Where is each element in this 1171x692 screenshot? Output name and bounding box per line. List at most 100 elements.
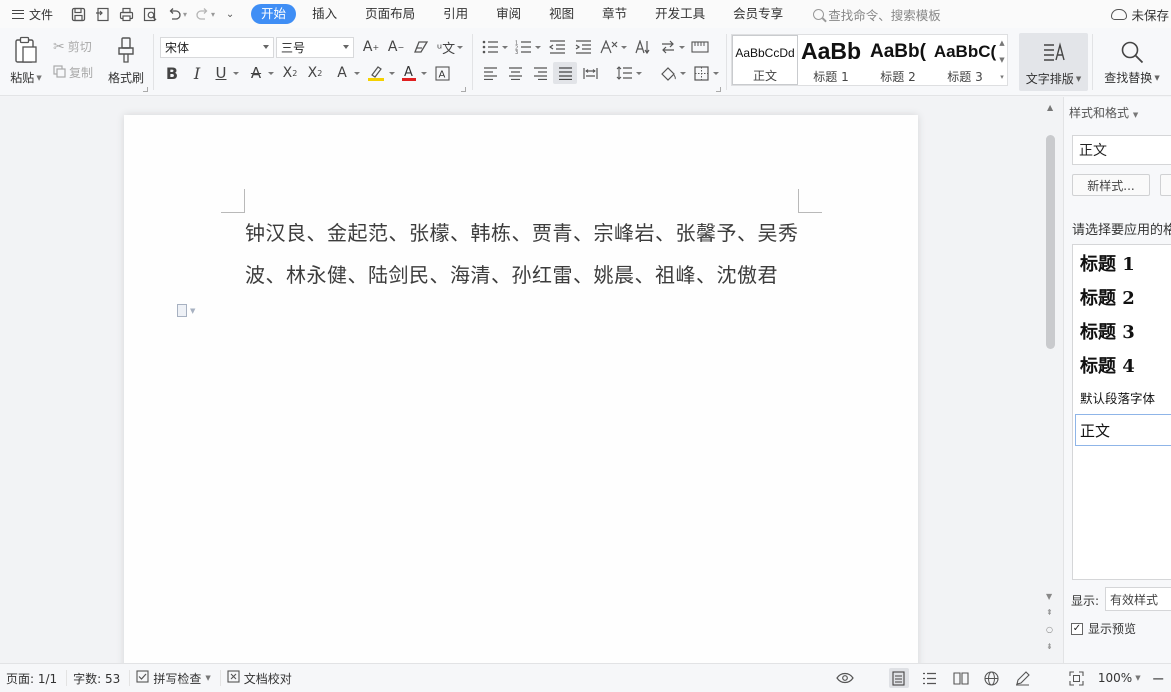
format-painter-button[interactable]: 格式刷 <box>105 34 147 86</box>
line-spacing-icon[interactable] <box>612 62 636 84</box>
export-pdf-icon[interactable] <box>91 3 113 25</box>
reading-view-icon[interactable] <box>951 668 971 688</box>
save-icon[interactable] <box>67 3 89 25</box>
numbered-list-icon[interactable]: 123 <box>511 36 535 58</box>
style-list-item[interactable]: 默认段落字体 <box>1080 388 1155 407</box>
undo-dropdown-icon[interactable]: ▾ <box>183 10 187 19</box>
justify-icon[interactable] <box>553 62 577 84</box>
checkbox-checked-icon[interactable]: ✓ <box>1071 622 1083 635</box>
bullet-list-icon[interactable] <box>478 36 502 58</box>
decrease-font-size-icon[interactable]: A − <box>384 36 408 58</box>
word-count[interactable]: 字数: 53 <box>67 670 131 686</box>
chevron-down-icon[interactable]: ▼ <box>999 56 1004 64</box>
print-preview-icon[interactable] <box>139 3 161 25</box>
subscript-icon[interactable]: X2 <box>303 62 327 84</box>
file-menu[interactable]: 文件 <box>0 0 61 28</box>
cut-button[interactable]: ✂ 剪切 <box>53 38 92 55</box>
outline-view-icon[interactable] <box>920 668 940 688</box>
tab-5[interactable]: 视图 <box>537 4 586 24</box>
strikethrough-icon[interactable]: A <box>244 62 268 84</box>
tab-2[interactable]: 页面布局 <box>353 4 427 24</box>
borders-icon[interactable] <box>689 62 713 84</box>
next-page-icon[interactable]: ⇟ <box>1046 642 1053 651</box>
font-dialog-launcher[interactable] <box>461 87 466 92</box>
style-list-item[interactable]: 标题 3 <box>1080 318 1135 344</box>
character-border-icon[interactable]: A <box>430 62 454 84</box>
strikethrough-dropdown-icon[interactable] <box>268 72 274 75</box>
underline-icon[interactable]: U <box>209 62 233 84</box>
bold-icon[interactable]: B <box>160 62 184 84</box>
proofread-button[interactable]: 文档校对 <box>221 670 301 686</box>
clipboard-dialog-launcher[interactable] <box>143 87 148 92</box>
style-card-2[interactable]: AaBb(标题 2 <box>865 35 931 85</box>
web-view-icon[interactable] <box>982 668 1002 688</box>
increase-font-size-icon[interactable]: A + <box>359 36 383 58</box>
shading-dropdown-icon[interactable] <box>680 72 686 75</box>
vertical-scrollbar[interactable]: ▲ ▼ ⇞ ○ ⇟ <box>1043 97 1059 663</box>
line-spacing-dropdown-icon[interactable] <box>636 72 642 75</box>
tab-6[interactable]: 章节 <box>590 4 639 24</box>
sort-icon[interactable] <box>656 36 680 58</box>
chinese-layout-icon[interactable] <box>597 36 621 58</box>
text-effect-icon[interactable]: A <box>330 62 354 84</box>
style-list-item[interactable]: 标题 2 <box>1080 284 1135 310</box>
style-card-0[interactable]: AaBbCcDd 正文 <box>732 35 798 85</box>
command-search[interactable]: 查找命令、搜索模板 <box>813 5 941 24</box>
font-family-select[interactable]: 宋体 <box>160 37 274 58</box>
bullet-list-dropdown-icon[interactable] <box>502 46 508 49</box>
font-size-select[interactable]: 三号 <box>276 37 354 58</box>
paste-dropdown-icon[interactable]: ▼ <box>36 74 41 82</box>
tab-1[interactable]: 插入 <box>300 4 349 24</box>
paste-button[interactable]: 粘贴 ▼ <box>6 34 46 86</box>
shading-icon[interactable] <box>656 62 680 84</box>
styles-gallery-scroller[interactable]: ▲ ▼ ▾ <box>997 35 1007 85</box>
current-style-field[interactable]: 正文 <box>1072 135 1171 165</box>
customize-toolbar-icon[interactable]: ⌄ <box>219 3 241 25</box>
scroll-up-icon[interactable]: ▲ <box>1047 103 1053 112</box>
chevron-up-icon[interactable]: ▲ <box>999 39 1004 47</box>
decrease-indent-icon[interactable] <box>545 36 569 58</box>
highlight-color-icon[interactable] <box>364 62 388 84</box>
phonetic-guide-icon[interactable]: ᵘ文 <box>434 36 458 58</box>
font-color-icon[interactable]: A <box>397 62 421 84</box>
task-pane-title[interactable]: 样式和格式 ▼ <box>1069 104 1138 121</box>
clear-format-button[interactable] <box>1160 174 1171 196</box>
zoom-out-icon[interactable]: − <box>1152 669 1165 688</box>
find-replace-button[interactable]: 查找替换 ▼ <box>1100 34 1164 86</box>
print-icon[interactable] <box>115 3 137 25</box>
align-right-icon[interactable] <box>528 62 552 84</box>
text-direction-icon[interactable] <box>630 36 654 58</box>
text-effect-dropdown-icon[interactable] <box>354 72 360 75</box>
chinese-layout-dropdown-icon[interactable] <box>621 46 627 49</box>
previous-page-icon[interactable]: ⇞ <box>1046 608 1053 617</box>
font-color-dropdown-icon[interactable] <box>421 72 427 75</box>
phonetic-dropdown-icon[interactable] <box>457 46 463 49</box>
italic-icon[interactable]: I <box>185 62 209 84</box>
distributed-align-icon[interactable] <box>578 62 602 84</box>
highlight-dropdown-icon[interactable] <box>389 72 395 75</box>
show-preview-toggle[interactable]: ✓ 显示预览 <box>1071 620 1136 637</box>
redo-icon[interactable] <box>191 3 213 25</box>
paragraph-options[interactable]: ▼ <box>177 304 195 317</box>
superscript-icon[interactable]: X2 <box>278 62 302 84</box>
document-page[interactable]: 钟汉良、金起范、张檬、韩栋、贾青、宗峰岩、张馨予、吴秀波、林永健、陆剑民、海清、… <box>124 115 918 675</box>
text-layout-button[interactable]: 文字排版 ▼ <box>1019 33 1088 91</box>
style-list-item[interactable]: 正文 <box>1075 414 1171 446</box>
style-card-3[interactable]: AaBbC(标题 3 <box>932 35 998 85</box>
sort-dropdown-icon[interactable] <box>679 46 685 49</box>
show-filter-select[interactable]: 有效样式 <box>1105 587 1171 611</box>
tab-8[interactable]: 会员专享 <box>721 4 795 24</box>
tab-0[interactable]: 开始 <box>251 4 297 24</box>
fit-page-icon[interactable] <box>1067 668 1087 688</box>
scroll-down-icon[interactable]: ▼ <box>1046 592 1052 601</box>
paragraph-dialog-launcher[interactable] <box>716 87 721 92</box>
document-body-text[interactable]: 钟汉良、金起范、张檬、韩栋、贾青、宗峰岩、张馨予、吴秀波、林永健、陆剑民、海清、… <box>245 212 805 296</box>
new-style-button[interactable]: 新样式... <box>1072 174 1150 196</box>
page-view-icon[interactable] <box>888 668 909 688</box>
show-hide-marks-icon[interactable] <box>688 36 712 58</box>
scroll-thumb[interactable] <box>1046 135 1055 349</box>
eye-protection-icon[interactable] <box>835 668 855 688</box>
tab-7[interactable]: 开发工具 <box>643 4 717 24</box>
zoom-select[interactable]: 100% ▼ <box>1098 671 1141 685</box>
style-list-item[interactable]: 标题 1 <box>1080 250 1135 276</box>
